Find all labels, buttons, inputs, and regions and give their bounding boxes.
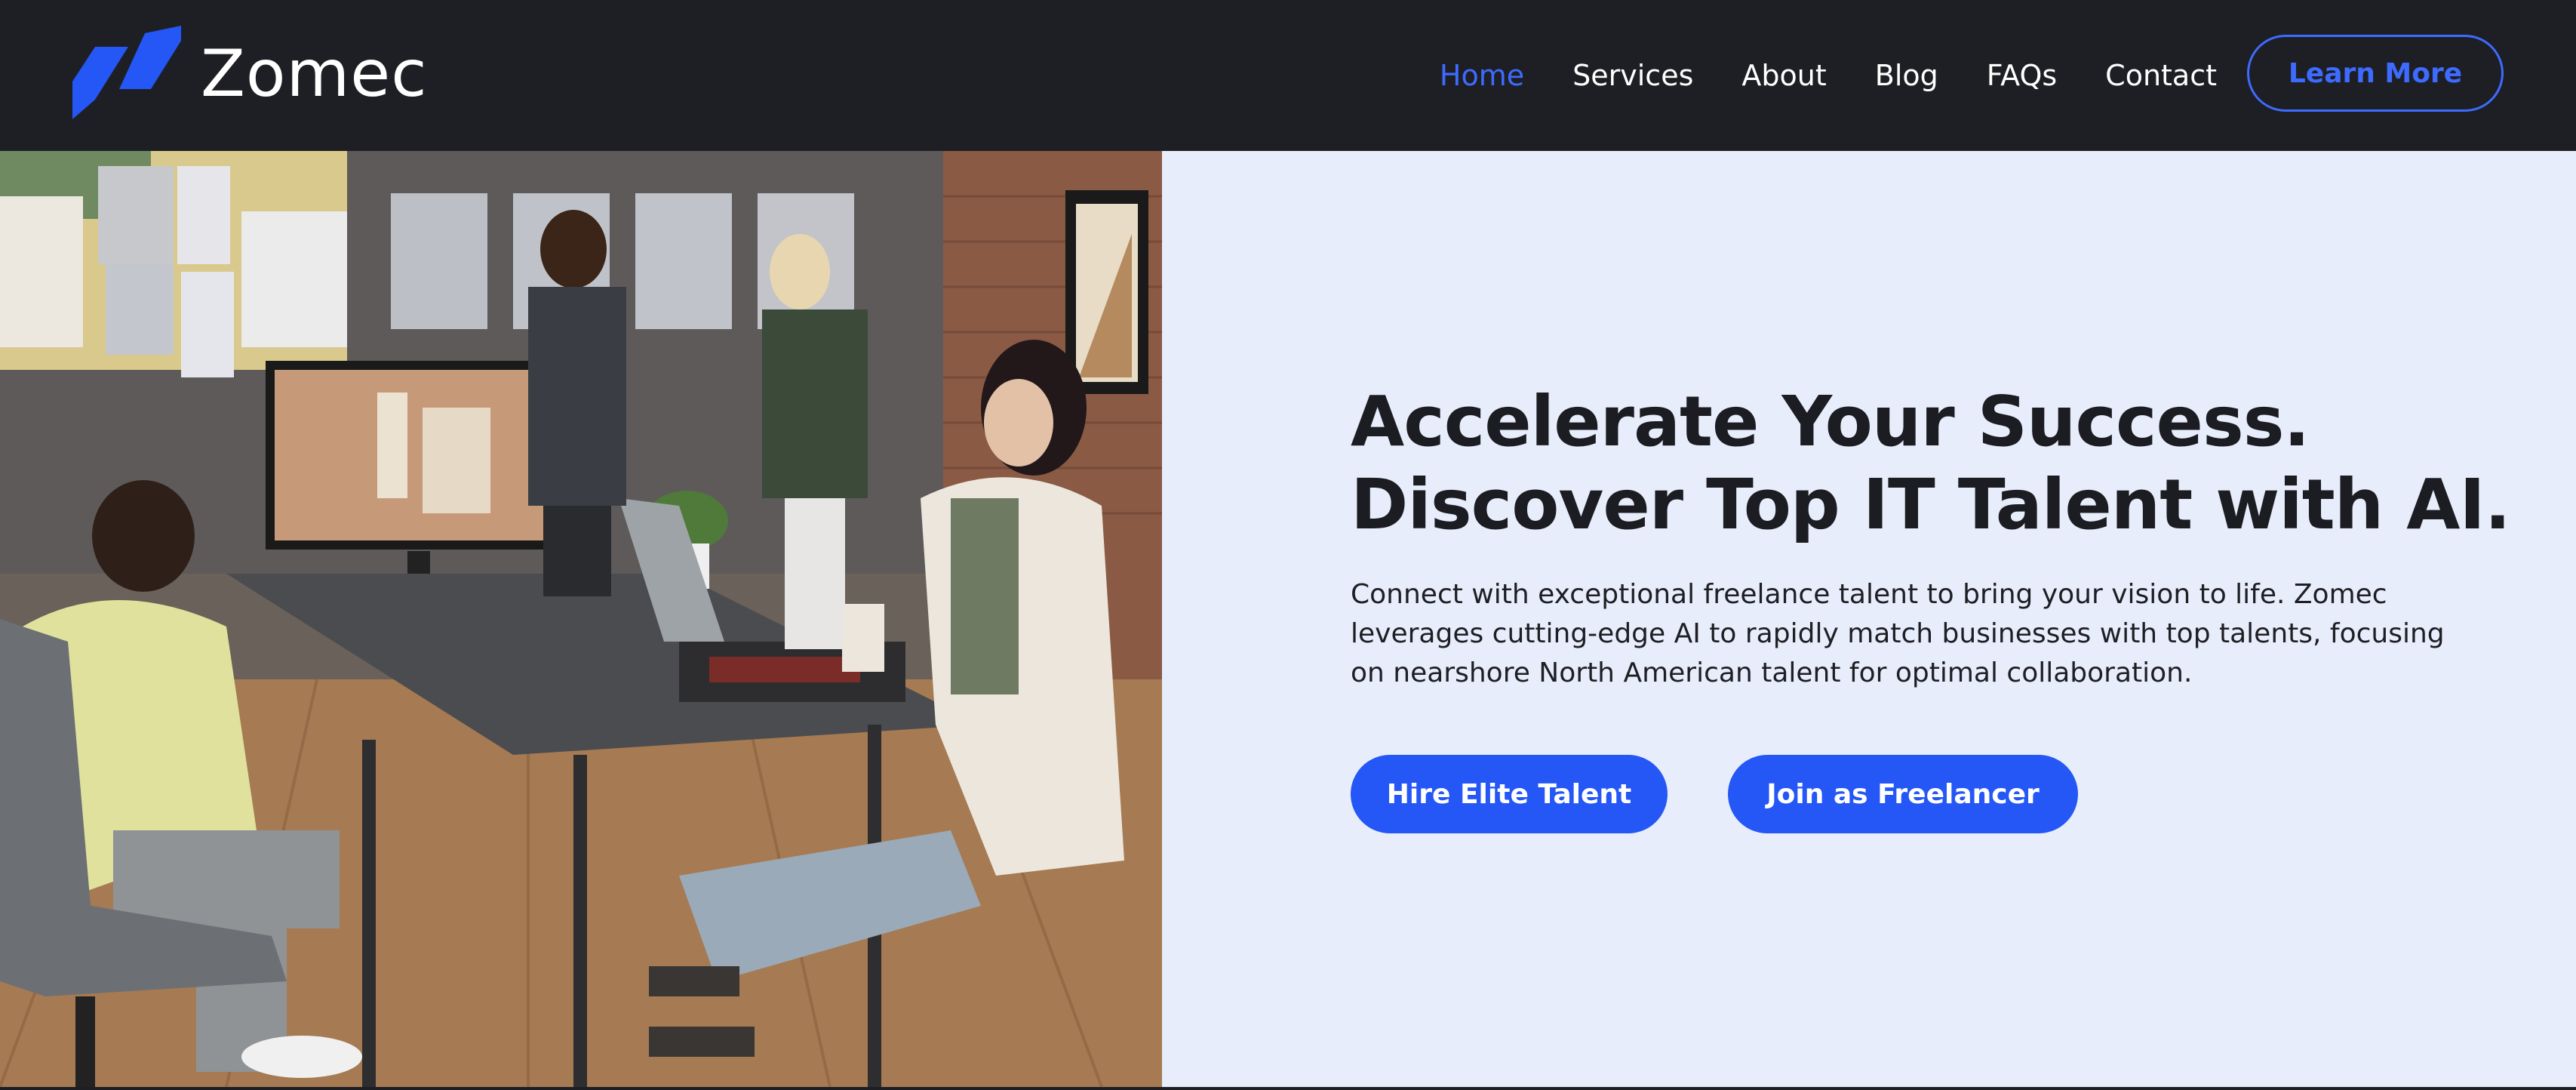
nav-about[interactable]: About <box>1741 59 1826 92</box>
brand-name: Zomec <box>201 36 428 112</box>
hero-section: Accelerate Your Success. Discover Top IT… <box>1162 151 2576 1087</box>
page-bottom-edge <box>0 1087 2576 1090</box>
nav-blog[interactable]: Blog <box>1875 59 1938 92</box>
brand-logo[interactable]: Zomec <box>72 26 428 122</box>
zomec-logo-icon <box>72 26 181 119</box>
hero-headline: Accelerate Your Success. Discover Top IT… <box>1351 381 2511 545</box>
hero-subtext: Connect with exceptional freelance talen… <box>1351 579 2445 688</box>
main-nav: Home Services About Blog FAQs Contact <box>1391 0 2217 151</box>
nav-contact[interactable]: Contact <box>2105 59 2217 92</box>
hero-photo <box>0 151 1162 1087</box>
office-scene-image <box>0 151 1162 1087</box>
learn-more-button[interactable]: Learn More <box>2247 35 2504 112</box>
hire-elite-talent-button[interactable]: Hire Elite Talent <box>1351 755 1668 833</box>
join-as-freelancer-button[interactable]: Join as Freelancer <box>1728 755 2078 833</box>
nav-services[interactable]: Services <box>1572 59 1693 92</box>
site-header: Zomec Home Services About Blog FAQs Cont… <box>0 0 2576 151</box>
nav-faqs[interactable]: FAQs <box>1987 59 2057 92</box>
nav-home[interactable]: Home <box>1440 59 1524 92</box>
